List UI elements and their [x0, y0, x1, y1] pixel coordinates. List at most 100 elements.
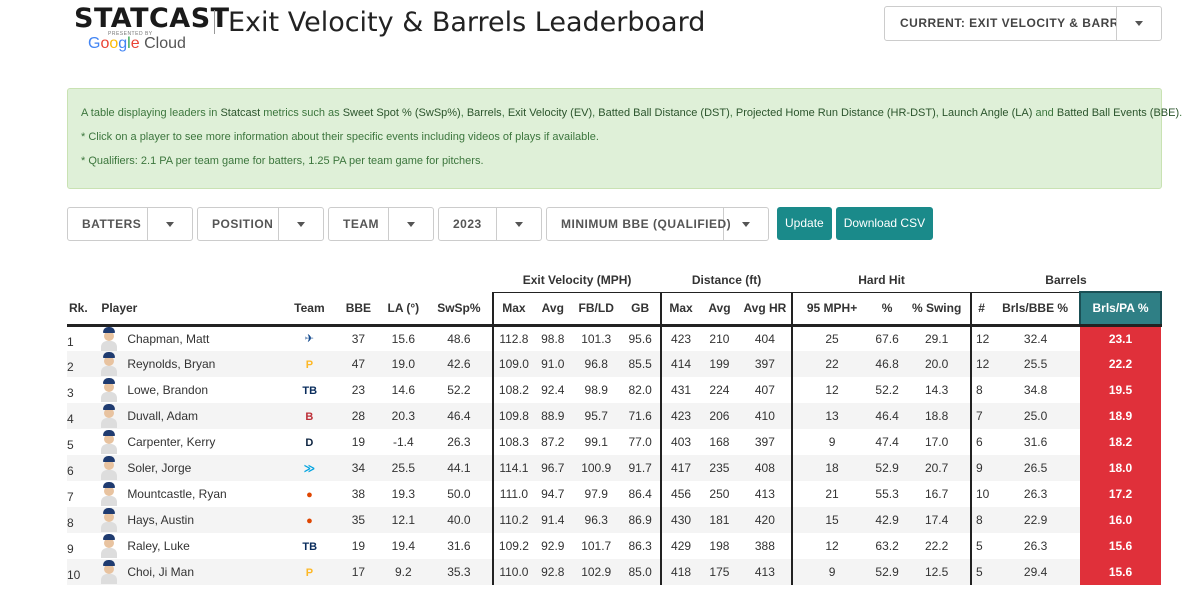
cell-la: 19.3	[391, 487, 415, 501]
cell-la: 14.6	[391, 383, 415, 397]
cell-ev-avg: 92.4	[541, 383, 565, 397]
col-swsp[interactable]: SwSp%	[425, 292, 494, 327]
player-name-link[interactable]: Chapman, Matt	[127, 332, 209, 346]
player-cell[interactable]: Raley, Luke	[99, 533, 283, 559]
update-button[interactable]: Update	[777, 207, 832, 240]
team-cell: ✈	[283, 325, 336, 351]
player-name-link[interactable]: Reynolds, Bryan	[127, 357, 215, 371]
cell-ev-gb: 71.6	[620, 403, 661, 429]
col-brl-num[interactable]: #	[969, 292, 992, 327]
chevron-down-icon[interactable]	[279, 208, 323, 240]
col-hh-swing[interactable]: % Swing	[903, 292, 971, 327]
cell-brl-num: 6	[969, 429, 992, 455]
table-row[interactable]: 8 Hays, Austin ● 35 12.1 40.0 110.2 91.4 96.3 86.…	[67, 507, 1161, 533]
col-ev-gb[interactable]: GB	[620, 292, 661, 327]
table-row[interactable]: 5 Carpenter, Kerry D 19 -1.4 26.3 108.3 87.2 99.…	[67, 429, 1161, 455]
col-bbe[interactable]: BBE	[335, 292, 382, 327]
player-name-link[interactable]: Choi, Ji Man	[127, 565, 194, 579]
player-cell[interactable]: Mountcastle, Ryan	[99, 481, 283, 507]
col-rank[interactable]: Rk.	[67, 292, 100, 327]
team-cell: ●	[283, 481, 336, 507]
year-select[interactable]: 2023	[438, 207, 542, 241]
cell-ev-max: 112.8	[492, 325, 534, 351]
info-term: Batted Ball Distance (DST)	[598, 107, 730, 119]
table-row[interactable]: 4 Duvall, Adam B 28 20.3 46.4 109.8 88.9 95.7 71.…	[67, 403, 1161, 429]
col-dist-max[interactable]: Max	[659, 292, 701, 327]
chevron-down-icon[interactable]	[389, 208, 433, 240]
cell-brl-pa: 18.0	[1080, 455, 1161, 481]
chevron-down-icon[interactable]	[497, 208, 541, 240]
cell-swsp: 46.4	[425, 403, 494, 429]
col-brl-pa[interactable]: Brls/PA %	[1079, 291, 1162, 327]
player-cell[interactable]: Carpenter, Kerry	[99, 429, 283, 455]
group-hard-hit: Hard Hit	[792, 268, 971, 293]
cell-dist-avghr: 407	[754, 383, 775, 397]
player-cell[interactable]: Lowe, Brandon	[99, 377, 283, 403]
player-headshot-icon	[99, 456, 119, 480]
col-ev-max[interactable]: Max	[492, 292, 534, 327]
player-name-link[interactable]: Carpenter, Kerry	[127, 435, 215, 449]
player-cell[interactable]: Soler, Jorge	[99, 455, 284, 481]
cell-hh-95: 12	[791, 377, 871, 403]
cell-dist-avghr: 408	[738, 455, 793, 481]
cell-ev-max: 111.0	[492, 481, 534, 507]
cell-brl-bbe: 25.5	[991, 351, 1081, 377]
cell-ev-avg: 92.9	[541, 539, 565, 553]
cell-ev-gb: 86.3	[628, 539, 652, 553]
team-select[interactable]: TEAM	[328, 207, 434, 241]
col-hh-pct[interactable]: %	[870, 292, 904, 327]
rank-cell: 1	[67, 334, 74, 349]
col-dist-avg[interactable]: Avg	[700, 292, 739, 327]
player-cell[interactable]: Chapman, Matt	[99, 325, 283, 351]
chevron-down-icon[interactable]	[1117, 7, 1161, 40]
player-cell[interactable]: Choi, Ji Man	[99, 559, 284, 585]
col-la[interactable]: LA (°)	[381, 292, 426, 327]
cell-swsp: 50.0	[447, 487, 471, 501]
table-row[interactable]: 10 Choi, Ji Man P 17 9.2 35.3 110.0 92.8 102.9 85…	[67, 559, 1161, 585]
cell-dist-max: 431	[659, 377, 701, 403]
leaderboard-view-select[interactable]: CURRENT: EXIT VELOCITY & BARRELS	[884, 6, 1162, 41]
col-hh-95[interactable]: 95 MPH+	[791, 292, 871, 327]
table-row[interactable]: 2 Reynolds, Bryan P 47 19.0 42.6 109.0 91.0 96.8…	[67, 351, 1161, 377]
cell-hh-pct: 42.9	[870, 507, 904, 533]
player-name-link[interactable]: Soler, Jorge	[127, 461, 191, 475]
col-brl-bbe[interactable]: Brls/BBE %	[991, 292, 1081, 327]
col-dist-avghr[interactable]: Avg HR	[738, 292, 793, 327]
chevron-down-icon[interactable]	[724, 208, 768, 240]
player-type-select[interactable]: BATTERS	[67, 207, 193, 241]
player-headshot-icon	[99, 430, 119, 454]
table-row[interactable]: 1 Chapman, Matt ✈ 37 15.6 48.6 112.8 98.8 101.3 9…	[67, 325, 1161, 351]
min-bbe-select[interactable]: MINIMUM BBE (QUALIFIED)	[546, 207, 769, 241]
download-csv-button[interactable]: Download CSV	[835, 207, 934, 240]
cell-dist-avghr: 404	[754, 331, 775, 346]
player-name-link[interactable]: Duvall, Adam	[127, 409, 198, 423]
cell-hh-95: 13	[791, 403, 871, 429]
cell-ev-max: 108.2	[492, 377, 534, 403]
player-cell[interactable]: Reynolds, Bryan	[99, 351, 284, 377]
chevron-down-icon[interactable]	[148, 208, 192, 240]
rank-cell: 5	[67, 438, 74, 452]
cell-ev-fbld: 96.3	[571, 507, 621, 533]
table-row[interactable]: 7 Mountcastle, Ryan ● 38 19.3 50.0 111.0 94.7 97…	[67, 481, 1161, 507]
player-name-link[interactable]: Lowe, Brandon	[127, 383, 208, 397]
cell-ev-gb: 77.0	[628, 435, 652, 449]
table-row[interactable]: 6 Soler, Jorge ≫ 34 25.5 44.1 114.1 96.7 100.9 91…	[67, 455, 1161, 481]
table-row[interactable]: 9 Raley, Luke TB 19 19.4 31.6 109.2 92.9 101.7 86…	[67, 533, 1161, 559]
table-row[interactable]: 3 Lowe, Brandon TB 23 14.6 52.2 108.2 92.4 98.9 8…	[67, 377, 1161, 403]
col-player[interactable]: Player	[99, 292, 284, 327]
position-select[interactable]: POSITION	[197, 207, 324, 241]
player-name-link[interactable]: Raley, Luke	[127, 539, 189, 553]
player-name-link[interactable]: Hays, Austin	[127, 513, 194, 527]
player-name-link[interactable]: Mountcastle, Ryan	[127, 487, 226, 501]
col-ev-fbld[interactable]: FB/LD	[571, 292, 621, 327]
player-cell[interactable]: Duvall, Adam	[99, 403, 284, 429]
col-ev-avg[interactable]: Avg	[533, 292, 572, 327]
cell-ev-avg: 87.2	[541, 435, 565, 449]
statcast-logo[interactable]: STATCAST PRESENTED BY Google Cloud	[74, 0, 229, 56]
player-cell[interactable]: Hays, Austin	[99, 507, 284, 533]
col-team[interactable]: Team	[283, 292, 336, 327]
cell-swsp: 52.2	[447, 383, 471, 397]
cell-ev-avg: 92.8	[533, 559, 572, 585]
cell-la: 9.2	[381, 559, 426, 585]
rank-cell: 3	[67, 386, 74, 400]
